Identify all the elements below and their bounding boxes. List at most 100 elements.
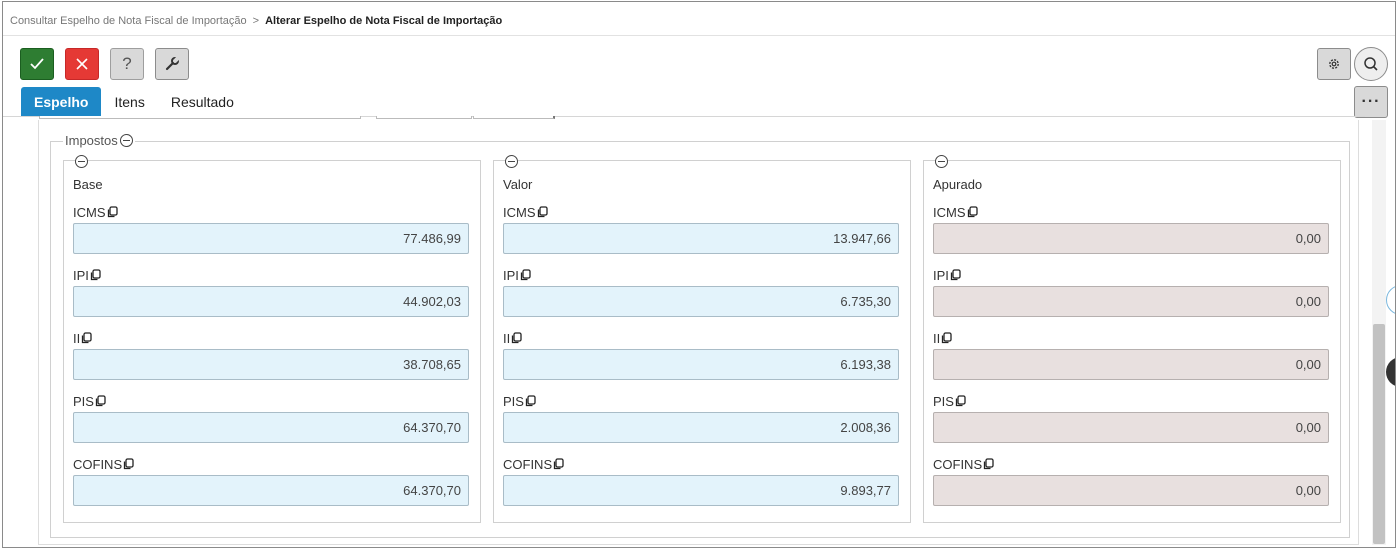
impostos-title: Impostos bbox=[65, 133, 118, 148]
field-label-text: IPI bbox=[73, 268, 89, 283]
base-pis-input[interactable]: 64.370,70 bbox=[73, 412, 469, 443]
ellipsis-icon: ··· bbox=[1361, 93, 1381, 110]
tab-resultado[interactable]: Resultado bbox=[158, 87, 247, 116]
column-title: Valor bbox=[503, 177, 533, 192]
floating-expand-button[interactable] bbox=[1386, 357, 1395, 387]
field-label-text: COFINS bbox=[503, 457, 553, 472]
scrolled-field bbox=[376, 116, 472, 119]
valor-cofins-input[interactable]: 9.893,77 bbox=[503, 475, 899, 506]
copy-icon[interactable] bbox=[123, 458, 134, 470]
field-label-ii: II bbox=[73, 331, 92, 346]
help-button[interactable]: ? bbox=[110, 48, 144, 80]
settings-button[interactable] bbox=[1317, 48, 1351, 80]
scrolled-field bbox=[473, 116, 555, 119]
more-options-button[interactable]: ··· bbox=[1354, 86, 1388, 118]
search-icon bbox=[1364, 57, 1378, 71]
copy-icon[interactable] bbox=[520, 269, 531, 281]
copy-icon[interactable] bbox=[967, 206, 978, 218]
field-label-text: COFINS bbox=[73, 457, 123, 472]
collapse-icon[interactable] bbox=[935, 155, 948, 168]
gear-icon bbox=[1329, 59, 1339, 69]
scrolled-field bbox=[39, 116, 361, 119]
field-label-text: II bbox=[503, 331, 511, 346]
impostos-legend: Impostos bbox=[63, 133, 135, 148]
apurado-ipi-field: 0,00 bbox=[933, 286, 1329, 317]
breadcrumb-current: Alterar Espelho de Nota Fiscal de Import… bbox=[265, 15, 503, 27]
field-label-icms: ICMS bbox=[73, 205, 118, 220]
section-border bbox=[1358, 120, 1359, 545]
field-label-ipi: IPI bbox=[503, 268, 531, 283]
apurado-icms-field: 0,00 bbox=[933, 223, 1329, 254]
field-label-text: II bbox=[73, 331, 81, 346]
copy-icon[interactable] bbox=[525, 395, 536, 407]
apurado-cofins-field: 0,00 bbox=[933, 475, 1329, 506]
valor-ipi-input[interactable]: 6.735,30 bbox=[503, 286, 899, 317]
column-valor: Valor ICMS 13.947,66 IPI 6.735,30 II 6.1… bbox=[493, 155, 911, 523]
cancel-button[interactable] bbox=[65, 48, 99, 80]
field-label-cofins: COFINS bbox=[933, 457, 994, 472]
field-label-text: PIS bbox=[73, 394, 94, 409]
app-window: Consultar Espelho de Nota Fiscal de Impo… bbox=[2, 1, 1396, 548]
column-title: Base bbox=[73, 177, 103, 192]
copy-icon[interactable] bbox=[90, 269, 101, 281]
tools-button[interactable] bbox=[155, 48, 189, 80]
copy-icon[interactable] bbox=[107, 206, 118, 218]
help-icon: ? bbox=[122, 54, 132, 73]
column-base: Base ICMS 77.486,99 IPI 44.902,03 II 38.… bbox=[63, 155, 481, 523]
copy-icon[interactable] bbox=[95, 395, 106, 407]
copy-icon[interactable] bbox=[983, 458, 994, 470]
field-label-text: IPI bbox=[933, 268, 949, 283]
collapse-icon[interactable] bbox=[505, 155, 518, 168]
valor-ii-input[interactable]: 6.193,38 bbox=[503, 349, 899, 380]
field-label-text: PIS bbox=[503, 394, 524, 409]
field-label-ii: II bbox=[933, 331, 952, 346]
copy-icon[interactable] bbox=[941, 332, 952, 344]
field-label-cofins: COFINS bbox=[503, 457, 564, 472]
field-label-ipi: IPI bbox=[73, 268, 101, 283]
copy-icon[interactable] bbox=[955, 395, 966, 407]
scrollbar-thumb[interactable] bbox=[1373, 324, 1385, 544]
copy-icon[interactable] bbox=[950, 269, 961, 281]
breadcrumb-parent[interactable]: Consultar Espelho de Nota Fiscal de Impo… bbox=[10, 15, 247, 27]
check-icon bbox=[30, 58, 44, 70]
base-ii-input[interactable]: 38.708,65 bbox=[73, 349, 469, 380]
field-label-pis: PIS bbox=[73, 394, 106, 409]
field-label-text: ICMS bbox=[503, 205, 536, 220]
floating-help-button[interactable] bbox=[1386, 285, 1395, 315]
copy-icon[interactable] bbox=[537, 206, 548, 218]
base-cofins-input[interactable]: 64.370,70 bbox=[73, 475, 469, 506]
column-title: Apurado bbox=[933, 177, 983, 192]
collapse-icon[interactable] bbox=[119, 134, 133, 147]
wrench-icon bbox=[165, 56, 180, 71]
apurado-ii-field: 0,00 bbox=[933, 349, 1329, 380]
field-label-ipi: IPI bbox=[933, 268, 961, 283]
copy-icon[interactable] bbox=[511, 332, 522, 344]
breadcrumb: Consultar Espelho de Nota Fiscal de Impo… bbox=[10, 15, 502, 27]
field-label-text: II bbox=[933, 331, 941, 346]
base-icms-input[interactable]: 77.486,99 bbox=[73, 223, 469, 254]
search-button[interactable] bbox=[1354, 47, 1388, 81]
close-icon bbox=[76, 58, 88, 70]
field-label-icms: ICMS bbox=[503, 205, 548, 220]
field-label-ii: II bbox=[503, 331, 522, 346]
field-label-text: IPI bbox=[503, 268, 519, 283]
section-border bbox=[38, 544, 1358, 545]
tab-itens[interactable]: Itens bbox=[101, 87, 157, 116]
valor-icms-input[interactable]: 13.947,66 bbox=[503, 223, 899, 254]
field-label-text: ICMS bbox=[933, 205, 966, 220]
apurado-pis-field: 0,00 bbox=[933, 412, 1329, 443]
field-label-pis: PIS bbox=[503, 394, 536, 409]
tab-espelho[interactable]: Espelho bbox=[21, 87, 102, 116]
valor-pis-input[interactable]: 2.008,36 bbox=[503, 412, 899, 443]
base-ipi-input[interactable]: 44.902,03 bbox=[73, 286, 469, 317]
collapse-icon[interactable] bbox=[75, 155, 88, 168]
confirm-button[interactable] bbox=[20, 48, 54, 80]
breadcrumb-separator: > bbox=[252, 15, 260, 27]
header-divider bbox=[3, 35, 1395, 36]
copy-icon[interactable] bbox=[81, 332, 92, 344]
field-label-icms: ICMS bbox=[933, 205, 978, 220]
copy-icon[interactable] bbox=[553, 458, 564, 470]
field-label-text: COFINS bbox=[933, 457, 983, 472]
tab-bar: Espelho Itens Resultado bbox=[21, 87, 247, 116]
field-label-text: ICMS bbox=[73, 205, 106, 220]
